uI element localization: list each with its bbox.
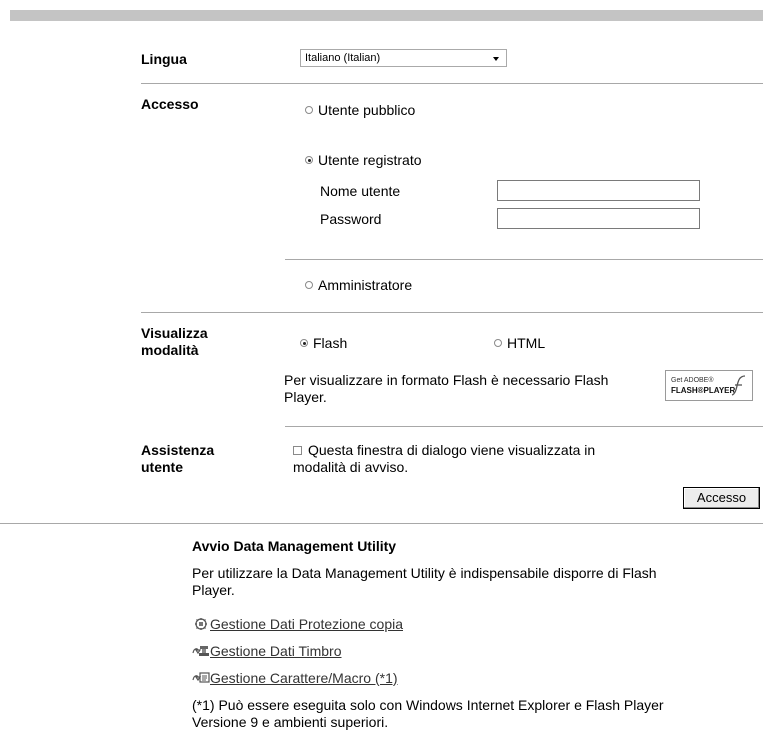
- flash-logo-icon: [731, 375, 746, 396]
- dmu-description: Per utilizzare la Data Management Utilit…: [192, 565, 752, 599]
- copy-protection-icon: [195, 618, 207, 630]
- view-mode-label-line2: modalità: [141, 342, 199, 358]
- font-macro-link-row[interactable]: Gestione Carattere/Macro (*1): [192, 670, 398, 687]
- language-label: Lingua: [141, 51, 187, 67]
- get-flash-player-badge[interactable]: Get ADOBE® FLASH®PLAYER: [665, 370, 753, 401]
- flash-note-line1: Per visualizzare in formato Flash è nece…: [284, 372, 609, 388]
- registered-user-option[interactable]: Utente registrato: [305, 152, 422, 169]
- font-macro-link[interactable]: Gestione Carattere/Macro (*1): [210, 670, 398, 686]
- user-assist-label-line1: Assistenza: [141, 442, 215, 458]
- flash-option[interactable]: Flash: [300, 335, 347, 352]
- dmu-description-line2: Player.: [192, 582, 235, 598]
- divider: [141, 83, 763, 84]
- section-divider: [0, 523, 763, 524]
- badge-line2: FLASH®PLAYER: [671, 386, 736, 395]
- user-assist-checkbox[interactable]: [293, 446, 302, 455]
- top-bar: [10, 10, 763, 21]
- divider: [141, 312, 763, 313]
- html-option[interactable]: HTML: [494, 335, 545, 352]
- user-assist-option[interactable]: Questa finestra di dialogo viene visuali…: [293, 442, 673, 476]
- admin-radio[interactable]: [305, 281, 313, 289]
- copy-protection-link[interactable]: Gestione Dati Protezione copia: [210, 616, 403, 632]
- admin-option[interactable]: Amministratore: [305, 277, 412, 294]
- user-assist-text-line2: modalità di avviso.: [293, 459, 409, 475]
- username-input[interactable]: [497, 180, 700, 201]
- admin-label: Amministratore: [318, 277, 413, 293]
- login-button[interactable]: Accesso: [683, 487, 760, 509]
- html-radio[interactable]: [494, 339, 502, 347]
- registered-user-label: Utente registrato: [318, 152, 422, 168]
- public-user-label: Utente pubblico: [318, 102, 416, 118]
- user-assist-label: Assistenza utente: [141, 442, 214, 476]
- font-macro-icon: [192, 672, 210, 683]
- language-select[interactable]: Italiano (Italian): [300, 49, 507, 67]
- divider: [285, 426, 763, 427]
- flash-label: Flash: [313, 335, 348, 351]
- public-user-radio[interactable]: [305, 106, 313, 114]
- user-assist-text-line1: Questa finestra di dialogo viene visuali…: [308, 442, 596, 458]
- access-label: Accesso: [141, 96, 199, 112]
- badge-line1: Get ADOBE®: [671, 377, 714, 384]
- dmu-footnote-line2: Versione 9 e ambienti superiori.: [192, 714, 389, 730]
- registered-user-radio[interactable]: [305, 156, 313, 164]
- dmu-footnote-line1: (*1) Può essere eseguita solo con Window…: [192, 697, 664, 713]
- divider: [285, 259, 763, 260]
- html-label: HTML: [507, 335, 546, 351]
- stamp-link-row[interactable]: Gestione Dati Timbro: [192, 643, 342, 660]
- password-label: Password: [320, 211, 382, 227]
- user-assist-label-line2: utente: [141, 459, 183, 475]
- stamp-icon: [192, 646, 209, 656]
- public-user-option[interactable]: Utente pubblico: [305, 102, 415, 119]
- stamp-link[interactable]: Gestione Dati Timbro: [210, 643, 342, 659]
- chevron-down-icon[interactable]: [493, 57, 499, 61]
- view-mode-label-line1: Visualizza: [141, 325, 208, 341]
- copy-protection-link-row[interactable]: Gestione Dati Protezione copia: [192, 616, 403, 633]
- flash-note-line2: Player.: [284, 389, 327, 405]
- password-input[interactable]: [497, 208, 700, 229]
- view-mode-label: Visualizza modalità: [141, 325, 208, 359]
- language-selected-value: Italiano (Italian): [305, 52, 381, 64]
- flash-note: Per visualizzare in formato Flash è nece…: [284, 372, 664, 406]
- dmu-footnote: (*1) Può essere eseguita solo con Window…: [192, 697, 752, 731]
- dmu-title: Avvio Data Management Utility: [192, 538, 397, 554]
- dmu-description-line1: Per utilizzare la Data Management Utilit…: [192, 565, 657, 581]
- flash-radio[interactable]: [300, 339, 308, 347]
- username-label: Nome utente: [320, 183, 401, 199]
